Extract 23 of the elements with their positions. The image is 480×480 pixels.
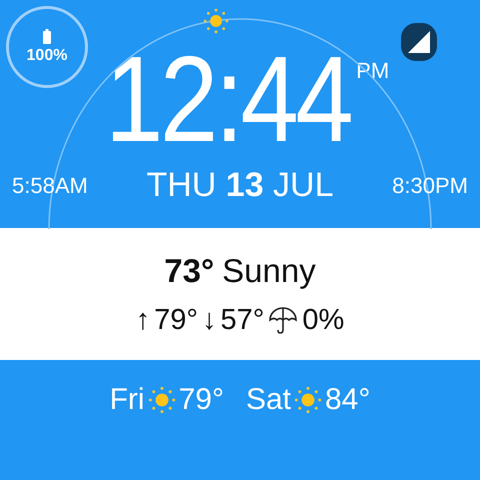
umbrella-icon bbox=[268, 305, 298, 335]
high-arrow: ↑ bbox=[136, 304, 150, 336]
forecast-temperature: 79° bbox=[178, 383, 224, 417]
forecast-temperature: 84° bbox=[325, 383, 370, 417]
date-label: THU 13 JUL bbox=[146, 166, 334, 205]
battery-icon bbox=[43, 29, 51, 44]
current-temperature: 73° bbox=[164, 252, 214, 290]
sun-icon bbox=[148, 386, 176, 414]
am-pm-label: PM bbox=[356, 58, 390, 84]
precipitation-chance: 0% bbox=[302, 304, 344, 336]
clock-time: 12:44 bbox=[104, 36, 350, 162]
sun-icon bbox=[294, 386, 322, 414]
battery-percent: 100% bbox=[26, 47, 68, 65]
low-temperature: 57° bbox=[220, 304, 264, 336]
forecast-day: Fri bbox=[110, 383, 145, 417]
forecast-day: Sat bbox=[246, 383, 291, 417]
weather-condition: Sunny bbox=[222, 252, 316, 290]
sunrise-time: 5:58AM bbox=[12, 172, 88, 198]
sun-icon bbox=[203, 8, 229, 34]
low-arrow: ↓ bbox=[202, 304, 217, 336]
theme-toggle-icon[interactable] bbox=[400, 22, 438, 62]
high-temperature: 79° bbox=[154, 304, 198, 336]
sunset-time: 8:30PM bbox=[392, 172, 468, 198]
